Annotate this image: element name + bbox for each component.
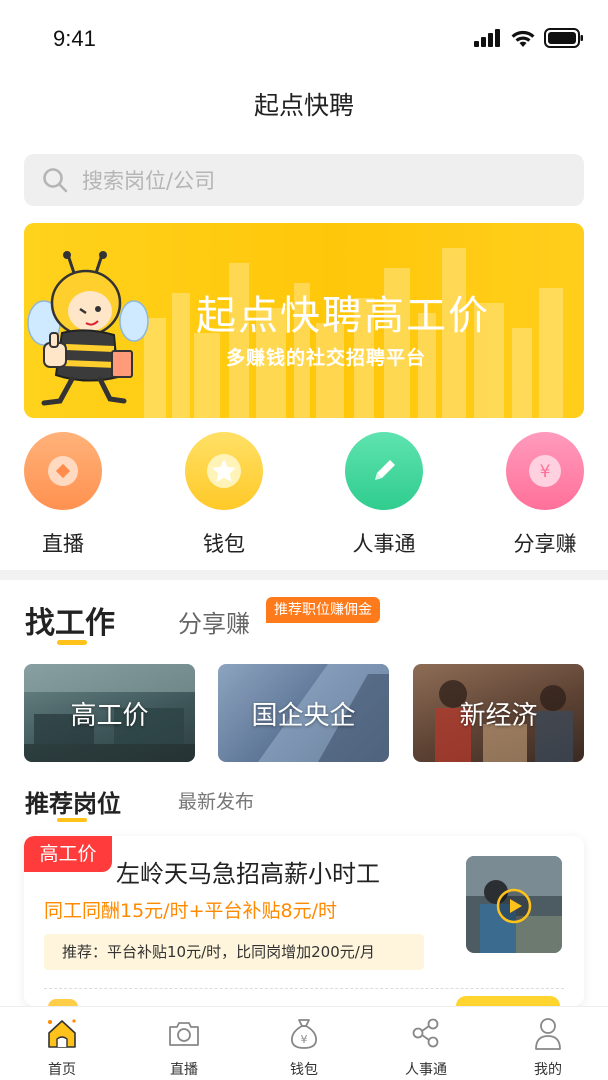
promo-banner[interactable]: 起点快聘高工价 多赚钱的社交招聘平台 — [24, 223, 584, 418]
tab-active-indicator — [57, 640, 87, 645]
camera-icon — [169, 1022, 199, 1046]
search-icon — [43, 168, 68, 193]
tab-wallet[interactable]: ¥ 钱包 — [264, 1013, 344, 1079]
next-item-button-peek — [456, 996, 560, 1006]
job-video-thumbnail[interactable] — [466, 856, 562, 953]
quick-action-label: 分享赚 — [513, 532, 577, 556]
yen-icon: ¥ — [506, 432, 584, 510]
banner-title: 起点快聘高工价 — [196, 293, 490, 339]
user-icon — [535, 1018, 561, 1050]
card-separator — [44, 988, 564, 989]
quick-action-share-earn[interactable]: ¥ 分享赚 — [490, 432, 600, 558]
job-title: 左岭天马急招高薪小时工 — [116, 860, 380, 888]
tab-label: 直播 — [170, 1062, 198, 1078]
home-icon — [48, 1019, 76, 1048]
status-icons — [474, 28, 584, 48]
svg-text:¥: ¥ — [301, 1033, 308, 1046]
status-bar: 9:41 — [0, 0, 608, 80]
bee-mascot-illustration — [27, 251, 149, 406]
pencil-icon — [345, 432, 423, 510]
quick-action-hr[interactable]: 人事通 — [329, 432, 439, 558]
quick-action-label: 人事通 — [352, 532, 416, 556]
tab-latest-posts[interactable]: 最新发布 — [178, 787, 254, 814]
job-card[interactable]: 高工价 左岭天马急招高薪小时工 同工同酬15元/时+平台补贴8元/时 推荐：平台… — [24, 836, 584, 1006]
tab-live[interactable]: 直播 — [144, 1013, 224, 1079]
tab-home[interactable]: 首页 — [22, 1013, 102, 1079]
tab-hr[interactable]: 人事通 — [386, 1013, 466, 1079]
next-item-peek — [48, 999, 78, 1006]
job-recommend-note: 推荐：平台补贴10元/时，比同岗增加200元/月 — [44, 934, 424, 970]
svg-text:¥: ¥ — [540, 462, 551, 482]
search-input[interactable]: 搜索岗位/公司 — [24, 154, 584, 206]
play-icon — [496, 888, 532, 924]
coin-icon — [24, 432, 102, 510]
tab-label: 钱包 — [290, 1062, 318, 1078]
tab-find-work[interactable]: 找工作 — [25, 598, 115, 642]
tab-active-indicator — [57, 818, 87, 822]
category-label: 国企央企 — [251, 700, 356, 731]
banner-subtitle: 多赚钱的社交招聘平台 — [226, 347, 427, 369]
quick-action-label: 钱包 — [203, 532, 245, 556]
quick-action-label: 直播 — [42, 532, 84, 556]
tab-recommended-jobs[interactable]: 推荐岗位 — [25, 784, 121, 819]
tab-share-earn[interactable]: 分享赚 — [178, 604, 250, 639]
tab-label: 人事通 — [405, 1062, 447, 1078]
status-time: 9:41 — [53, 26, 96, 51]
battery-icon — [544, 28, 583, 48]
category-state-owned[interactable]: 国企央企 — [218, 664, 389, 762]
category-high-wage[interactable]: 高工价 — [24, 664, 195, 762]
wifi-icon — [511, 30, 535, 47]
category-label: 高工价 — [70, 700, 149, 731]
section-divider — [0, 570, 608, 580]
share-earn-badge: 推荐职位赚佣金 — [266, 597, 380, 623]
bottom-tab-bar: 首页 直播 ¥ 钱包 人事通 我的 — [0, 1006, 608, 1080]
tab-label: 我的 — [534, 1062, 562, 1078]
star-icon — [185, 432, 263, 510]
tab-me[interactable]: 我的 — [508, 1013, 588, 1079]
category-new-economy[interactable]: 新经济 — [413, 664, 584, 762]
search-placeholder: 搜索岗位/公司 — [82, 169, 216, 193]
quick-actions: 直播 钱包 人事通 ¥ 分享赚 — [0, 432, 608, 562]
money-bag-icon: ¥ — [291, 1019, 317, 1049]
quick-action-wallet[interactable]: 钱包 — [169, 432, 279, 558]
signal-icon — [474, 29, 500, 47]
quick-action-live[interactable]: 直播 — [8, 432, 118, 558]
job-tag: 高工价 — [24, 836, 112, 872]
job-wage: 同工同酬15元/时+平台补贴8元/时 — [44, 900, 337, 922]
page-title: 起点快聘 — [253, 91, 354, 120]
share-nodes-icon — [412, 1018, 439, 1048]
tab-label: 首页 — [48, 1062, 76, 1078]
category-label: 新经济 — [459, 700, 538, 731]
